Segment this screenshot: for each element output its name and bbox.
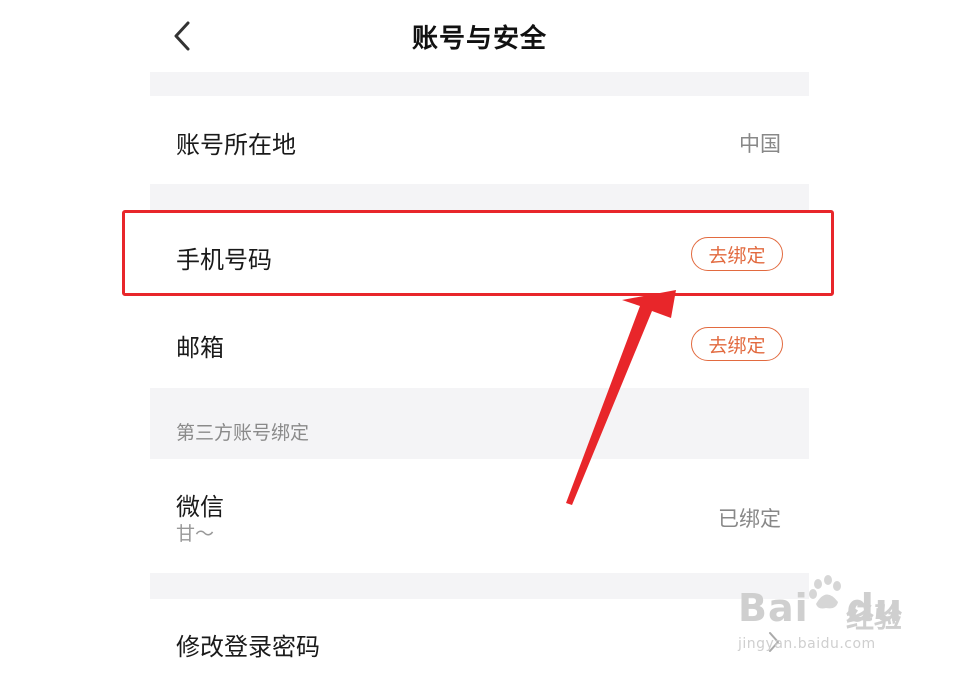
watermark-url: jingyan.baidu.com bbox=[738, 636, 876, 652]
baidu-watermark: Bai du 经验 jingyan.baidu.com bbox=[738, 575, 918, 656]
watermark-cn: 经验 bbox=[846, 601, 903, 634]
